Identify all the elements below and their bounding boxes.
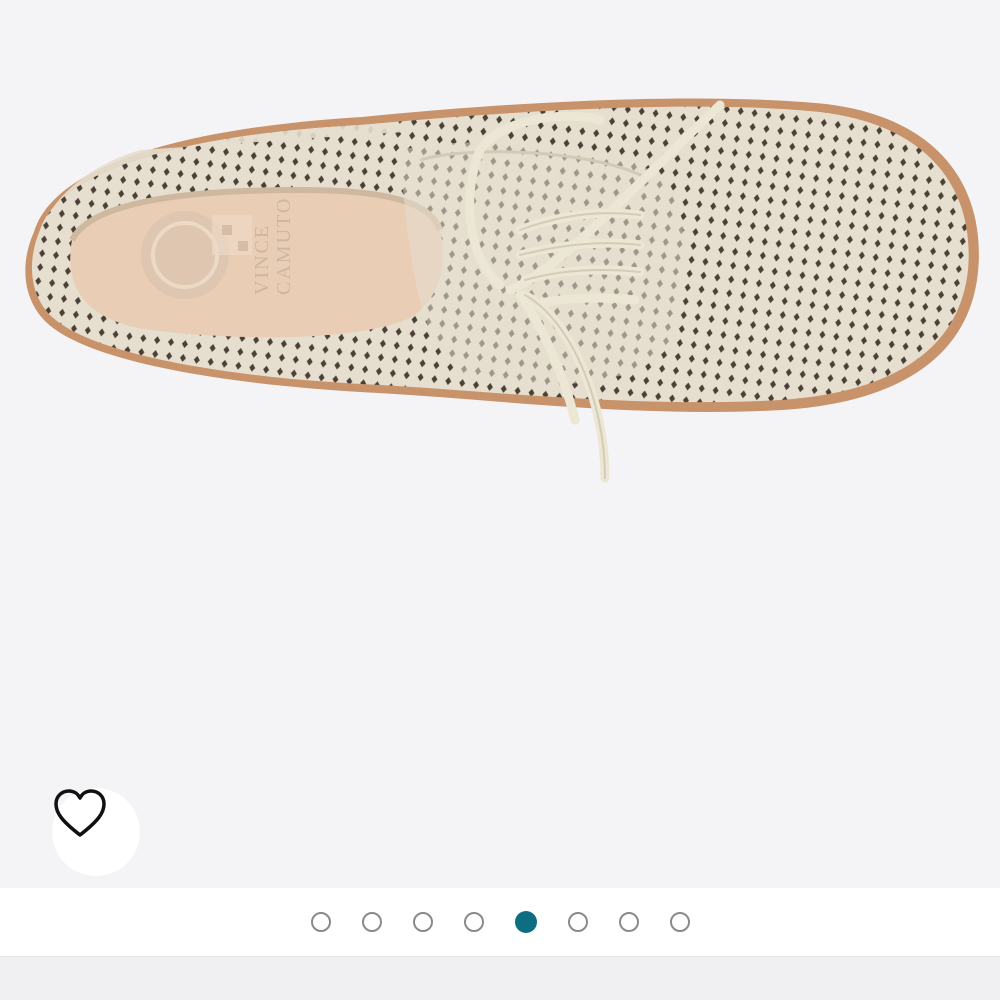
- svg-text:CAMUTO: CAMUTO: [273, 197, 295, 295]
- heart-outline-icon: [54, 789, 106, 837]
- carousel-dot-1[interactable]: [310, 912, 331, 932]
- product-image[interactable]: VINCE CAMUTO: [0, 0, 1000, 888]
- carousel-pagination: [0, 888, 1000, 956]
- carousel-dot-7[interactable]: [618, 912, 639, 932]
- carousel-dot-3[interactable]: [412, 912, 433, 932]
- svg-text:VINCE: VINCE: [251, 224, 273, 295]
- shoe-illustration: VINCE CAMUTO: [25, 98, 979, 483]
- carousel-dot-6[interactable]: [567, 912, 588, 932]
- bottom-divider: [0, 956, 1000, 1000]
- carousel-dot-8[interactable]: [669, 912, 690, 932]
- carousel-dot-4[interactable]: [463, 912, 484, 932]
- carousel-dot-2[interactable]: [361, 912, 382, 932]
- wishlist-button[interactable]: [52, 788, 140, 876]
- product-gallery-screen: VINCE CAMUTO: [0, 0, 1000, 1000]
- carousel-dot-5-active[interactable]: [514, 911, 537, 933]
